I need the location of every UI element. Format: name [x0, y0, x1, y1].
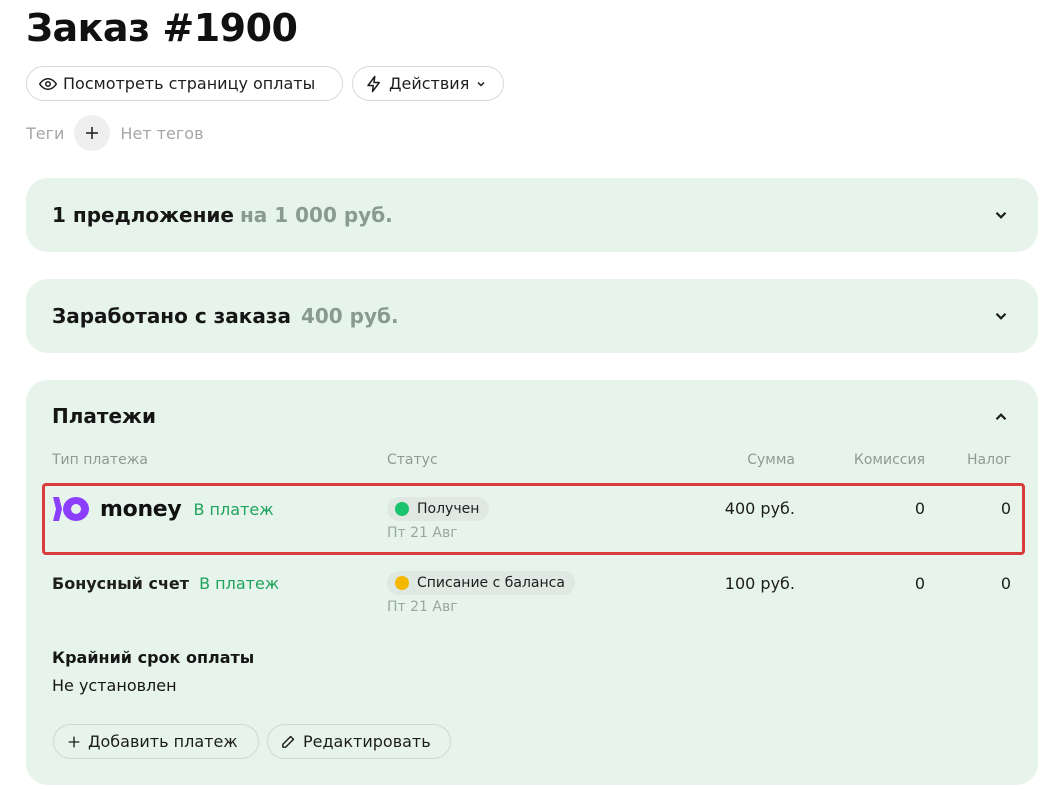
payment-commission: 0: [914, 499, 925, 518]
payment-type-label: Бонусный счет: [52, 574, 190, 593]
earned-card[interactable]: Заработано с заказа 400 руб.: [26, 279, 1038, 353]
payment-commission: 0: [914, 574, 925, 593]
to-payment-link[interactable]: В платеж: [199, 574, 279, 593]
lightning-icon: [367, 75, 380, 92]
payment-tax: 0: [1000, 499, 1011, 518]
add-payment-button[interactable]: Добавить платеж: [53, 724, 259, 759]
add-tag-button[interactable]: [74, 115, 111, 151]
col-header-commission: Комиссия: [853, 452, 925, 468]
eye-icon: [39, 77, 57, 90]
chevron-up-icon[interactable]: [992, 408, 1010, 426]
earned-title: Заработано с заказа: [52, 304, 291, 328]
payment-tax: 0: [1000, 574, 1011, 593]
offers-header: 1 предложение на 1 000 руб.: [52, 178, 393, 252]
actions-label: Действия: [389, 74, 470, 93]
actions-dropdown-button[interactable]: Действия: [352, 66, 504, 101]
edit-button[interactable]: Редактировать: [267, 724, 451, 759]
offers-amount: на 1 000 руб.: [239, 203, 393, 227]
payment-sum: 100 руб.: [724, 574, 795, 593]
add-payment-label: Добавить платеж: [88, 732, 238, 751]
payments-title: Платежи: [52, 404, 156, 428]
yoomoney-logo-icon: [53, 497, 89, 521]
table-row-yoomoney: money В платеж: [52, 496, 274, 522]
payment-date: Пт 21 Авг: [387, 525, 458, 541]
status-dot: [395, 576, 409, 590]
payments-card: Платежи Тип платежа Статус Сумма Комисси…: [26, 380, 1038, 785]
payment-sum: 400 руб.: [724, 499, 795, 518]
offers-card[interactable]: 1 предложение на 1 000 руб.: [26, 178, 1038, 252]
deadline-label: Крайний срок оплаты: [52, 648, 255, 667]
offers-title: 1 предложение: [52, 203, 234, 227]
chevron-down-icon[interactable]: [992, 307, 1010, 325]
status-label: Списание с баланса: [417, 575, 565, 591]
tags-label: Теги: [26, 123, 65, 143]
view-payment-page-button[interactable]: Посмотреть страницу оплаты: [26, 66, 343, 101]
col-header-tax: Налог: [967, 452, 1011, 468]
status-badge: Получен: [387, 497, 490, 521]
deadline-value: Не установлен: [52, 676, 177, 695]
col-header-sum: Сумма: [747, 452, 795, 468]
pencil-icon: [282, 735, 295, 748]
plus-icon: [86, 127, 99, 139]
no-tags-text: Нет тегов: [120, 123, 204, 143]
col-header-status: Статус: [387, 452, 438, 468]
view-payment-page-label: Посмотреть страницу оплаты: [63, 74, 316, 93]
col-header-type: Тип платежа: [52, 452, 148, 468]
chevron-down-icon[interactable]: [992, 206, 1010, 224]
earned-header: Заработано с заказа 400 руб.: [52, 279, 399, 353]
edit-label: Редактировать: [303, 732, 431, 751]
status-label: Получен: [417, 501, 480, 517]
yoomoney-text: money: [100, 496, 182, 522]
earned-amount: 400 руб.: [300, 304, 399, 328]
chevron-down-icon: [477, 81, 485, 87]
table-row-bonus: Бонусный счет В платеж: [52, 574, 279, 593]
payment-date: Пт 21 Авг: [387, 599, 458, 615]
status-badge: Списание с баланса: [387, 571, 575, 595]
status-dot: [395, 502, 409, 516]
tags-row: Теги Нет тегов: [26, 115, 204, 151]
plus-icon: [68, 736, 80, 747]
page-title: Заказ #1900: [26, 6, 298, 50]
to-payment-link[interactable]: В платеж: [193, 500, 273, 519]
